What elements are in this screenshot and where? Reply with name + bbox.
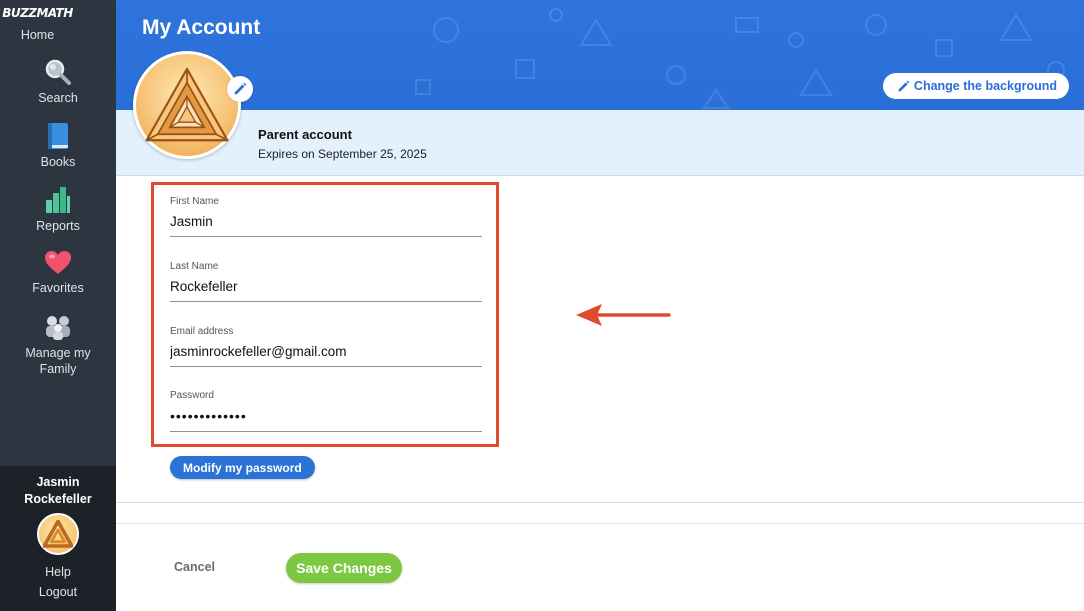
nav-reports-label: Reports bbox=[36, 219, 80, 233]
annotation-arrow bbox=[576, 304, 671, 326]
password-field: Password bbox=[170, 390, 482, 432]
cancel-button[interactable]: Cancel bbox=[174, 560, 215, 574]
account-type: Parent account bbox=[258, 127, 352, 142]
nav-books[interactable]: Books bbox=[0, 122, 116, 170]
nav-home-label: Home bbox=[20, 28, 55, 42]
change-background-button[interactable]: Change the background bbox=[882, 73, 1069, 99]
nav-favorites[interactable]: Favorites bbox=[0, 250, 116, 296]
impossible-triangle-icon bbox=[145, 67, 229, 142]
bar-chart-icon bbox=[46, 187, 70, 213]
divider bbox=[116, 523, 1084, 524]
header-banner: My Account Change the background bbox=[116, 0, 1084, 110]
nav-favorites-label: Favorites bbox=[32, 281, 84, 295]
save-changes-button[interactable]: Save Changes bbox=[286, 553, 402, 583]
password-input[interactable] bbox=[170, 406, 482, 432]
first-name-field: First Name bbox=[170, 196, 482, 237]
sidebar: BUZZMATH Home Search Books Reports Favor… bbox=[0, 0, 116, 611]
logout-link[interactable]: Logout bbox=[0, 585, 116, 599]
nav-search[interactable]: Search bbox=[0, 58, 116, 106]
nav-home[interactable]: BUZZMATH Home bbox=[0, 0, 75, 44]
triangle-avatar-icon bbox=[43, 520, 73, 548]
user-first-name: Jasmin bbox=[36, 475, 80, 489]
modify-password-button[interactable]: Modify my password bbox=[170, 456, 315, 479]
change-background-label: Change the background bbox=[913, 79, 1057, 93]
account-expiry: Expires on September 25, 2025 bbox=[258, 147, 427, 161]
family-icon bbox=[46, 316, 70, 340]
last-name-input[interactable] bbox=[170, 277, 482, 302]
email-label: Email address bbox=[170, 326, 234, 337]
profile-avatar[interactable] bbox=[133, 51, 241, 159]
page-title: My Account bbox=[142, 16, 261, 39]
nav-search-label: Search bbox=[38, 91, 78, 105]
user-last-name: Rockefeller bbox=[24, 492, 92, 506]
nav-manage-family[interactable]: Manage my Family bbox=[0, 313, 116, 377]
heart-icon bbox=[45, 251, 71, 274]
avatar[interactable] bbox=[37, 513, 79, 555]
nav-manage-family-label: Manage my Family bbox=[25, 346, 91, 376]
account-info-band: Parent account Expires on September 25, … bbox=[116, 110, 1084, 176]
last-name-label: Last Name bbox=[170, 261, 219, 272]
book-icon bbox=[48, 123, 68, 149]
user-panel: Jasmin Rockefeller Help Logout bbox=[0, 466, 116, 611]
first-name-label: First Name bbox=[170, 196, 219, 207]
user-name: Jasmin Rockefeller bbox=[0, 474, 116, 508]
magnifier-icon bbox=[45, 59, 71, 85]
first-name-input[interactable] bbox=[170, 212, 482, 237]
email-input[interactable] bbox=[170, 342, 482, 367]
divider bbox=[116, 502, 1084, 503]
help-link[interactable]: Help bbox=[0, 565, 116, 579]
last-name-field: Last Name bbox=[170, 261, 482, 302]
nav-reports[interactable]: Reports bbox=[0, 186, 116, 234]
pencil-icon bbox=[898, 80, 910, 92]
pencil-icon bbox=[234, 82, 247, 95]
email-field: Email address bbox=[170, 326, 482, 367]
edit-avatar-button[interactable] bbox=[227, 76, 253, 102]
buzzmath-logo: BUZZMATH bbox=[2, 6, 73, 20]
nav-books-label: Books bbox=[40, 155, 76, 169]
password-label: Password bbox=[170, 390, 214, 401]
